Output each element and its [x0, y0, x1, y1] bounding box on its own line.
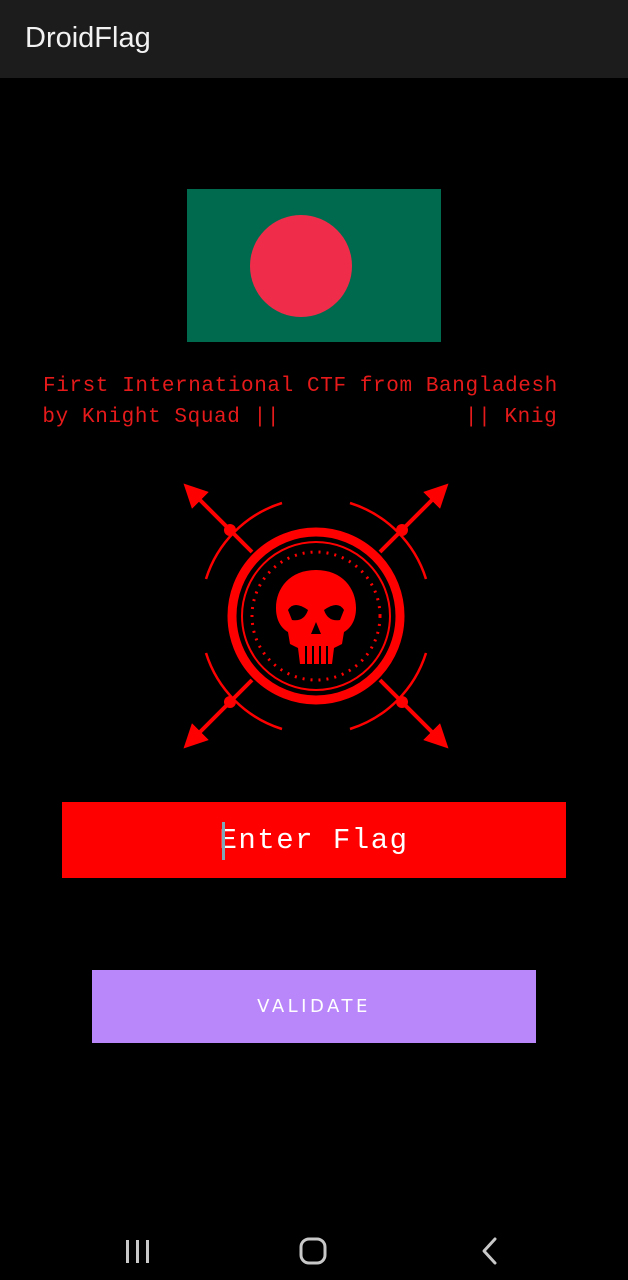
skull-crosshair-emblem-icon	[178, 478, 454, 754]
app-title: DroidFlag	[25, 22, 151, 54]
marquee-text-1: First International CTF from Bangladesh	[43, 375, 558, 398]
marquee-line-2: d by Knight Squad || || Knig	[34, 404, 592, 488]
system-navigation-bar	[0, 1220, 628, 1280]
recent-apps-button[interactable]	[108, 1220, 168, 1280]
bangladesh-flag-image	[187, 189, 441, 342]
back-button[interactable]	[459, 1220, 519, 1280]
validate-button[interactable]: VALIDATE	[92, 970, 536, 1043]
home-button[interactable]	[283, 1220, 343, 1280]
flag-input[interactable]	[62, 802, 566, 878]
marquee-text-2: d by Knight Squad || || Knig	[34, 406, 558, 429]
text-cursor	[222, 822, 225, 860]
screen: DroidFlag First International CTF from B…	[0, 0, 628, 1280]
home-icon	[299, 1237, 327, 1265]
app-bar: DroidFlag	[0, 0, 628, 78]
back-icon	[482, 1237, 497, 1265]
flag-input-container	[62, 802, 566, 878]
recent-apps-icon	[126, 1240, 149, 1263]
